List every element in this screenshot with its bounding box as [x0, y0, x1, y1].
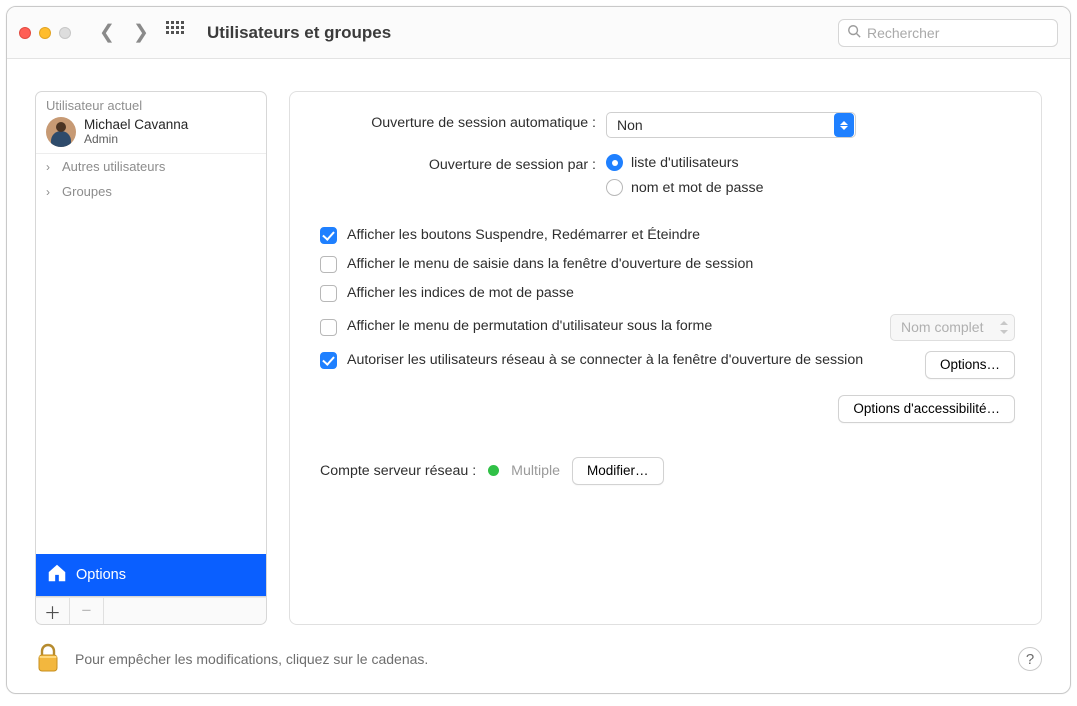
user-role: Admin [84, 133, 188, 147]
login-by-label: Ouverture de session par : [316, 154, 596, 173]
zoom-window-button[interactable] [59, 27, 71, 39]
house-icon [46, 562, 68, 588]
popup-arrows-icon [834, 113, 854, 137]
traffic-lights [19, 27, 71, 39]
sidebar: Utilisateur actuel Michael Cavanna Admin… [35, 91, 267, 625]
checkbox-icon [320, 256, 337, 273]
add-user-button[interactable]: ＋ [36, 598, 70, 624]
checkbox-icon [320, 352, 337, 369]
checkbox-icon [320, 319, 337, 336]
network-users-options-button[interactable]: Options… [925, 351, 1015, 379]
radio-icon-on [606, 154, 623, 171]
avatar [46, 117, 76, 147]
sidebar-item-groups[interactable]: › Groupes [36, 179, 266, 204]
fast-user-switch-select[interactable]: Nom complet [890, 314, 1015, 341]
checkbox-label: Afficher les indices de mot de passe [347, 284, 574, 303]
minimize-window-button[interactable] [39, 27, 51, 39]
chevron-right-icon: › [46, 160, 58, 174]
sidebar-footer: ＋ − [35, 597, 267, 625]
chevron-right-icon: › [46, 185, 58, 199]
checkbox-label: Afficher le menu de saisie dans la fenêt… [347, 255, 753, 274]
sidebar-item-label: Groupes [62, 184, 112, 199]
checkbox-input-menu[interactable]: Afficher le menu de saisie dans la fenêt… [316, 255, 1015, 274]
back-button[interactable]: ❮ [93, 19, 121, 47]
checkbox-password-hints[interactable]: Afficher les indices de mot de passe [316, 284, 1015, 303]
checkbox-icon [320, 285, 337, 302]
minus-icon: − [82, 601, 92, 620]
status-dot-green [488, 465, 499, 476]
search-input[interactable] [867, 25, 1049, 41]
sidebar-item-other-users[interactable]: › Autres utilisateurs [36, 154, 266, 179]
radio-label: nom et mot de passe [631, 180, 764, 196]
sidebar-login-options[interactable]: Options [36, 554, 266, 596]
auto-login-value: Non [617, 117, 643, 133]
network-account-label: Compte serveur réseau : [320, 463, 476, 479]
login-options-panel: Ouverture de session automatique : Non O… [289, 91, 1042, 625]
network-account-value: Multiple [511, 463, 560, 479]
grid-icon [166, 21, 184, 45]
sidebar-item-label: Options [76, 567, 126, 583]
window-title: Utilisateurs et groupes [207, 23, 832, 43]
radio-icon-off [606, 179, 623, 196]
auto-login-select[interactable]: Non [606, 112, 856, 138]
sidebar-item-label: Autres utilisateurs [62, 159, 165, 174]
checkbox-label: Autoriser les utilisateurs réseau à se c… [347, 351, 863, 370]
select-value: Nom complet [901, 319, 983, 335]
login-by-name-password-radio[interactable]: nom et mot de passe [606, 179, 764, 196]
lock-hint-text: Pour empêcher les modifications, cliquez… [75, 651, 428, 667]
lock-button[interactable] [35, 642, 61, 676]
checkbox-sleep-restart-shutdown[interactable]: Afficher les boutons Suspendre, Redémarr… [316, 226, 1015, 245]
help-button[interactable]: ? [1018, 647, 1042, 671]
auto-login-label: Ouverture de session automatique : [316, 112, 596, 131]
sidebar-heading-current-user: Utilisateur actuel [36, 92, 266, 115]
radio-label: liste d'utilisateurs [631, 155, 739, 171]
checkbox-icon [320, 227, 337, 244]
login-by-user-list-radio[interactable]: liste d'utilisateurs [606, 154, 764, 171]
close-window-button[interactable] [19, 27, 31, 39]
checkbox-label: Afficher les boutons Suspendre, Redémarr… [347, 226, 700, 245]
show-all-prefs-button[interactable] [161, 19, 189, 47]
remove-user-button[interactable]: − [70, 598, 104, 624]
checkbox-fast-user-switch[interactable]: Afficher le menu de permutation d'utilis… [320, 317, 712, 336]
search-field[interactable] [838, 19, 1058, 47]
preferences-window: ❮ ❯ Utilisateurs et groupes [6, 6, 1071, 694]
user-name: Michael Cavanna [84, 117, 188, 133]
sidebar-current-user[interactable]: Michael Cavanna Admin [36, 115, 266, 154]
chevron-right-icon: ❯ [133, 21, 149, 44]
titlebar: ❮ ❯ Utilisateurs et groupes [7, 7, 1070, 59]
checkbox-label: Afficher le menu de permutation d'utilis… [347, 317, 712, 336]
footer: Pour empêcher les modifications, cliquez… [7, 635, 1070, 693]
plus-icon: ＋ [44, 604, 61, 623]
checkbox-network-users[interactable]: Autoriser les utilisateurs réseau à se c… [320, 351, 863, 370]
chevron-left-icon: ❮ [99, 21, 115, 44]
accessibility-options-button[interactable]: Options d'accessibilité… [838, 395, 1015, 423]
network-account-edit-button[interactable]: Modifier… [572, 457, 664, 485]
question-mark-icon: ? [1026, 651, 1034, 668]
forward-button[interactable]: ❯ [127, 19, 155, 47]
search-icon [847, 24, 867, 41]
